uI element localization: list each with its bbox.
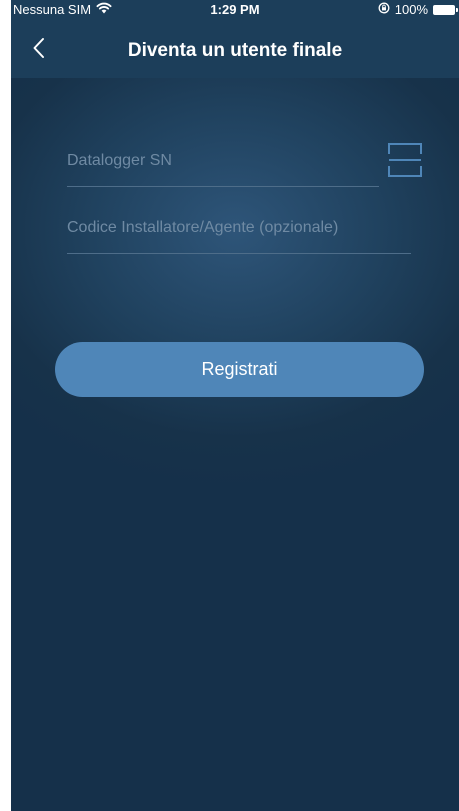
battery-level: 100%	[394, 2, 428, 17]
datalogger-sn-input[interactable]	[67, 149, 379, 173]
installer-code-field	[67, 216, 411, 254]
status-right: 100%	[378, 2, 458, 17]
navigation-bar: Diventa un utente finale	[11, 22, 459, 78]
page-title: Diventa un utente finale	[127, 40, 343, 61]
datalogger-sn-underline	[67, 186, 379, 187]
app-screen: Nessuna SIM 1:29 PM 100% Diventa un uten…	[11, 0, 459, 811]
status-bar: Nessuna SIM 1:29 PM 100%	[11, 0, 459, 22]
scan-button[interactable]	[387, 141, 423, 179]
datalogger-sn-field	[67, 149, 379, 187]
installer-code-underline	[67, 253, 411, 254]
installer-code-input[interactable]	[67, 216, 411, 240]
battery-icon	[433, 4, 458, 15]
rotation-lock-icon	[378, 2, 390, 17]
register-button[interactable]: Registrati	[55, 342, 424, 397]
scan-frame-icon	[387, 143, 423, 183]
